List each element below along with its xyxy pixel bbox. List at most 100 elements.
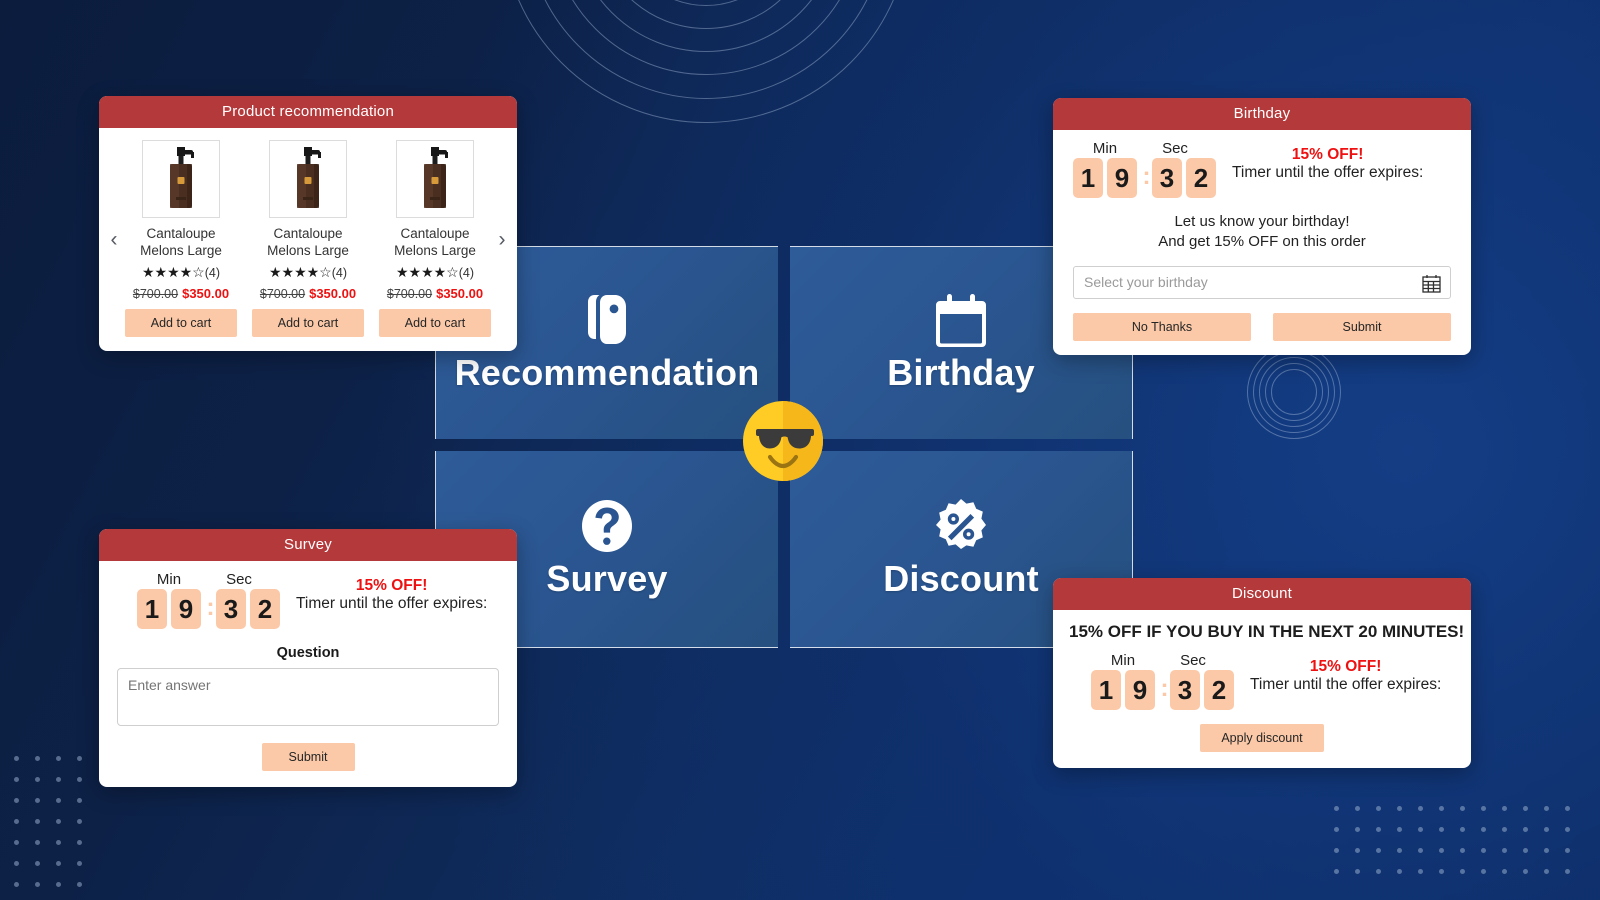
new-price: $350.00 <box>309 285 357 301</box>
timer-min-digit-2: 9 <box>1125 670 1155 710</box>
offer-caption-text: Timer until the offer expires: <box>296 595 488 612</box>
countdown-timer: Min Sec 1 9 : 3 2 15% OFF! Timer until t… <box>117 571 499 629</box>
review-count: (4) <box>331 265 348 280</box>
timer-sec-label: Sec <box>1180 652 1206 669</box>
add-to-cart-button[interactable]: Add to cart <box>252 308 364 337</box>
card-body: ‹ › Cantaloupe Melons Large ★★★★☆(4) $700.… <box>99 128 517 351</box>
product-item[interactable]: Cantaloupe Melons Large ★★★★☆(4) $700.00 $3… <box>125 140 237 337</box>
question-label: Question <box>276 645 340 661</box>
offer-percent-text: 15% OFF! <box>1309 658 1382 675</box>
product-carousel: Cantaloupe Melons Large ★★★★☆(4) $700.00 $3… <box>125 140 491 337</box>
product-item[interactable]: Cantaloupe Melons Large ★★★★☆(4) $700.00 $3… <box>379 140 491 337</box>
birthday-date-placeholder: Select your birthday <box>1084 274 1208 291</box>
no-thanks-button[interactable]: No Thanks <box>1073 312 1251 341</box>
timer-min-digit-1: 1 <box>137 589 167 629</box>
page-root: Recommendation Birthday Survey Discount … <box>0 0 1600 900</box>
timer-min-digit-1: 1 <box>1091 670 1121 710</box>
concentric-rings-top-decoration <box>501 0 911 123</box>
product-image[interactable] <box>269 140 347 218</box>
product-rating: ★★★★☆(4) <box>125 264 237 281</box>
old-price: $700.00 <box>386 286 433 301</box>
timer-min-digit-2: 9 <box>171 589 201 629</box>
discount-actions: Apply discount <box>1069 724 1455 752</box>
product-name: Cantaloupe Melons Large <box>140 226 222 258</box>
birthday-date-input[interactable]: Select your birthday <box>1073 265 1451 299</box>
add-to-cart-button[interactable]: Add to cart <box>379 308 491 337</box>
answer-input[interactable] <box>117 668 499 726</box>
timer-sec-label: Sec <box>1162 140 1188 157</box>
carousel-next-icon[interactable]: › <box>491 224 513 254</box>
survey-card: Survey Min Sec 1 9 : 3 2 15% OFF! Timer … <box>99 529 517 787</box>
timer-sec-digit-1: 3 <box>1170 670 1200 710</box>
discount-card: Discount 15% OFF IF YOU BUY IN THE NEXT … <box>1053 578 1471 768</box>
countdown-timer: Min Sec 1 9 : 3 2 15% OFF! Timer until t… <box>1069 652 1455 710</box>
new-price: $350.00 <box>182 285 230 301</box>
birthday-prompt-line-1: Let us know your birthday! <box>1174 213 1350 230</box>
add-to-cart-button[interactable]: Add to cart <box>125 308 237 337</box>
quadrant-label: Recommendation <box>454 352 760 393</box>
timer-min-label: Min <box>1110 652 1136 669</box>
submit-button[interactable]: Submit <box>261 743 355 771</box>
birthday-prompt: Let us know your birthday! And get 15% O… <box>1073 212 1451 252</box>
calendar-check-icon <box>934 292 988 348</box>
product-item[interactable]: Cantaloupe Melons Large ★★★★☆(4) $700.00 $3… <box>252 140 364 337</box>
star-icons: ★★★★☆ <box>268 263 332 280</box>
card-title: Survey <box>99 529 517 561</box>
birthday-prompt-line-2: And get 15% OFF on this order <box>1158 232 1366 250</box>
old-price: $700.00 <box>259 286 306 301</box>
card-title: Birthday <box>1053 98 1471 130</box>
carousel-prev-icon[interactable]: ‹ <box>103 224 125 254</box>
timer-sec-digit-2: 2 <box>250 589 280 629</box>
timer-sec-label: Sec <box>226 571 252 588</box>
concentric-rings-right-decoration <box>1247 345 1341 439</box>
sunglasses-smiley-icon <box>742 400 824 482</box>
product-recommendation-card: Product recommendation ‹ › Cantaloupe Me… <box>99 96 517 351</box>
card-title: Discount <box>1053 578 1471 610</box>
timer-min-label: Min <box>1092 140 1118 157</box>
offer-percent-text: 15% OFF! <box>1291 146 1364 163</box>
timer-min-digit-1: 1 <box>1073 158 1103 198</box>
timer-sec-digit-2: 2 <box>1186 158 1216 198</box>
card-body: Min Sec 1 9 : 3 2 15% OFF! Timer until t… <box>1053 130 1471 355</box>
star-icons: ★★★★☆ <box>141 263 205 280</box>
product-name: Cantaloupe Melons Large <box>267 226 349 258</box>
product-rating: ★★★★☆(4) <box>379 264 491 281</box>
birthday-card: Birthday Min Sec 1 9 : 3 2 15% OFF! Time… <box>1053 98 1471 355</box>
birthday-actions: No Thanks Submit <box>1073 312 1451 341</box>
submit-button[interactable]: Submit <box>1273 312 1451 341</box>
question-mark-icon <box>580 498 634 554</box>
quadrant-label: Discount <box>883 558 1039 599</box>
card-title: Product recommendation <box>99 96 517 128</box>
percent-badge-icon <box>933 498 989 554</box>
quadrant-label: Birthday <box>887 352 1035 393</box>
product-price: $700.00 $350.00 <box>125 286 237 301</box>
apply-discount-button[interactable]: Apply discount <box>1200 724 1324 752</box>
discount-headline: 15% OFF IF YOU BUY IN THE NEXT 20 MINUTE… <box>1069 622 1465 641</box>
review-count: (4) <box>204 265 221 280</box>
timer-sec-digit-2: 2 <box>1204 670 1234 710</box>
timer-sec-digit-1: 3 <box>1152 158 1182 198</box>
timer-separator: : <box>1160 675 1169 702</box>
countdown-timer: Min Sec 1 9 : 3 2 15% OFF! Timer until t… <box>1073 140 1451 198</box>
timer-min-digit-2: 9 <box>1107 158 1137 198</box>
quadrant-label: Survey <box>546 558 668 599</box>
timer-separator: : <box>1142 163 1151 190</box>
card-body: 15% OFF IF YOU BUY IN THE NEXT 20 MINUTE… <box>1053 610 1471 768</box>
new-price: $350.00 <box>436 285 484 301</box>
offer-caption-text: Timer until the offer expires: <box>1232 164 1424 181</box>
offer-caption-text: Timer until the offer expires: <box>1250 676 1442 693</box>
product-image[interactable] <box>142 140 220 218</box>
product-name: Cantaloupe Melons Large <box>394 226 476 258</box>
old-price: $700.00 <box>132 286 179 301</box>
timer-separator: : <box>206 594 215 621</box>
survey-actions: Submit <box>117 743 499 771</box>
review-count: (4) <box>458 265 475 280</box>
offer-percent-text: 15% OFF! <box>355 577 428 594</box>
tag-icon <box>581 292 633 348</box>
product-rating: ★★★★☆(4) <box>252 264 364 281</box>
card-body: Min Sec 1 9 : 3 2 15% OFF! Timer until t… <box>99 561 517 787</box>
calendar-icon[interactable] <box>1422 274 1441 298</box>
star-icons: ★★★★☆ <box>395 263 459 280</box>
timer-sec-digit-1: 3 <box>216 589 246 629</box>
product-image[interactable] <box>396 140 474 218</box>
